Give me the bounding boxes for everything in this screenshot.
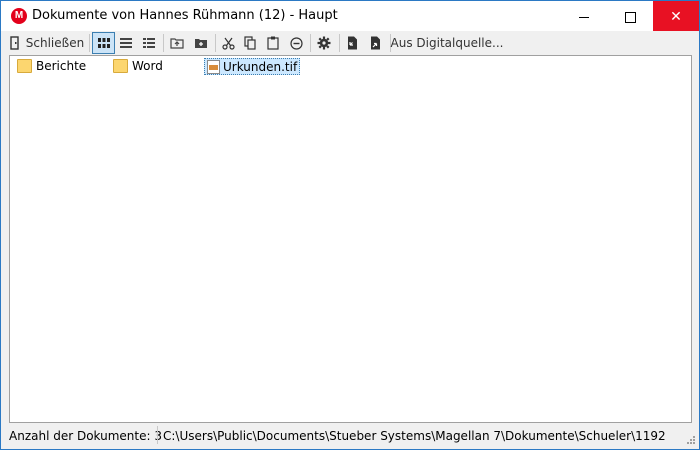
export-document-button[interactable] xyxy=(366,33,384,53)
maximize-icon xyxy=(624,11,636,23)
title-bar[interactable]: M Dokumente von Hannes Rühmann (12) - Ha… xyxy=(1,1,699,31)
item-label: Berichte xyxy=(36,58,87,73)
new-folder-icon xyxy=(195,39,207,48)
copy-button[interactable] xyxy=(241,33,259,53)
toolbar-separator xyxy=(310,34,311,52)
status-bar: Anzahl der Dokumente: 3 C:\Users\Public\… xyxy=(1,424,699,448)
settings-icon xyxy=(317,36,331,50)
settings-button[interactable] xyxy=(314,33,334,53)
close-button[interactable]: Schließen xyxy=(9,33,85,53)
app-logo-icon: M xyxy=(11,8,27,24)
toolbar-separator xyxy=(163,34,164,52)
minimize-button[interactable] xyxy=(561,1,607,31)
close-door-icon xyxy=(10,36,19,50)
close-button-label: Schließen xyxy=(25,36,85,50)
minimize-icon xyxy=(579,16,589,18)
list-item-folder[interactable]: Word xyxy=(113,58,163,73)
digital-source-label: Aus Digitalquelle... xyxy=(390,36,504,50)
import-document-icon xyxy=(347,36,357,50)
image-file-icon xyxy=(207,59,220,74)
toolbar-separator xyxy=(89,34,90,52)
list-item-folder[interactable]: Berichte xyxy=(17,58,86,73)
new-folder-button[interactable] xyxy=(191,33,211,53)
toolbar: Schließen Aus Digitalquelle... xyxy=(1,31,699,55)
resize-grip-icon[interactable] xyxy=(685,434,695,444)
details-view-button[interactable] xyxy=(140,33,158,53)
cut-icon xyxy=(221,37,235,50)
folder-up-icon xyxy=(170,38,184,49)
list-item-file[interactable]: Urkunden.tif xyxy=(204,58,301,75)
status-separator xyxy=(157,426,158,444)
cut-button[interactable] xyxy=(219,33,237,53)
folder-path: C:\Users\Public\Documents\Stueber System… xyxy=(163,429,666,443)
large-icons-view-icon xyxy=(97,38,110,48)
document-list[interactable]: Berichte Word Urkunden.tif xyxy=(9,55,692,423)
large-icons-view-button[interactable] xyxy=(92,32,115,54)
details-view-icon xyxy=(143,38,155,48)
list-view-button[interactable] xyxy=(117,33,135,53)
copy-icon xyxy=(244,36,256,50)
folder-icon xyxy=(17,58,32,73)
paste-button[interactable] xyxy=(264,33,282,53)
folder-up-button[interactable] xyxy=(167,33,187,53)
remove-icon xyxy=(289,36,303,50)
close-icon: ✕ xyxy=(670,8,682,24)
list-view-icon xyxy=(120,38,132,48)
remove-button[interactable] xyxy=(287,33,305,53)
toolbar-separator xyxy=(215,34,216,52)
digital-source-button[interactable]: Aus Digitalquelle... xyxy=(391,33,504,53)
main-window: M Dokumente von Hannes Rühmann (12) - Ha… xyxy=(0,0,700,450)
paste-icon xyxy=(267,36,279,50)
toolbar-separator xyxy=(339,34,340,52)
maximize-button[interactable] xyxy=(607,1,653,31)
export-document-icon xyxy=(370,36,380,50)
item-label: Urkunden.tif xyxy=(223,59,298,74)
folder-icon xyxy=(113,58,128,73)
close-window-button[interactable]: ✕ xyxy=(653,1,699,31)
document-count: Anzahl der Dokumente: 3 xyxy=(9,429,162,443)
item-label: Word xyxy=(132,58,163,73)
window-title: Dokumente von Hannes Rühmann (12) - Haup… xyxy=(32,8,338,23)
import-document-button[interactable] xyxy=(343,33,361,53)
